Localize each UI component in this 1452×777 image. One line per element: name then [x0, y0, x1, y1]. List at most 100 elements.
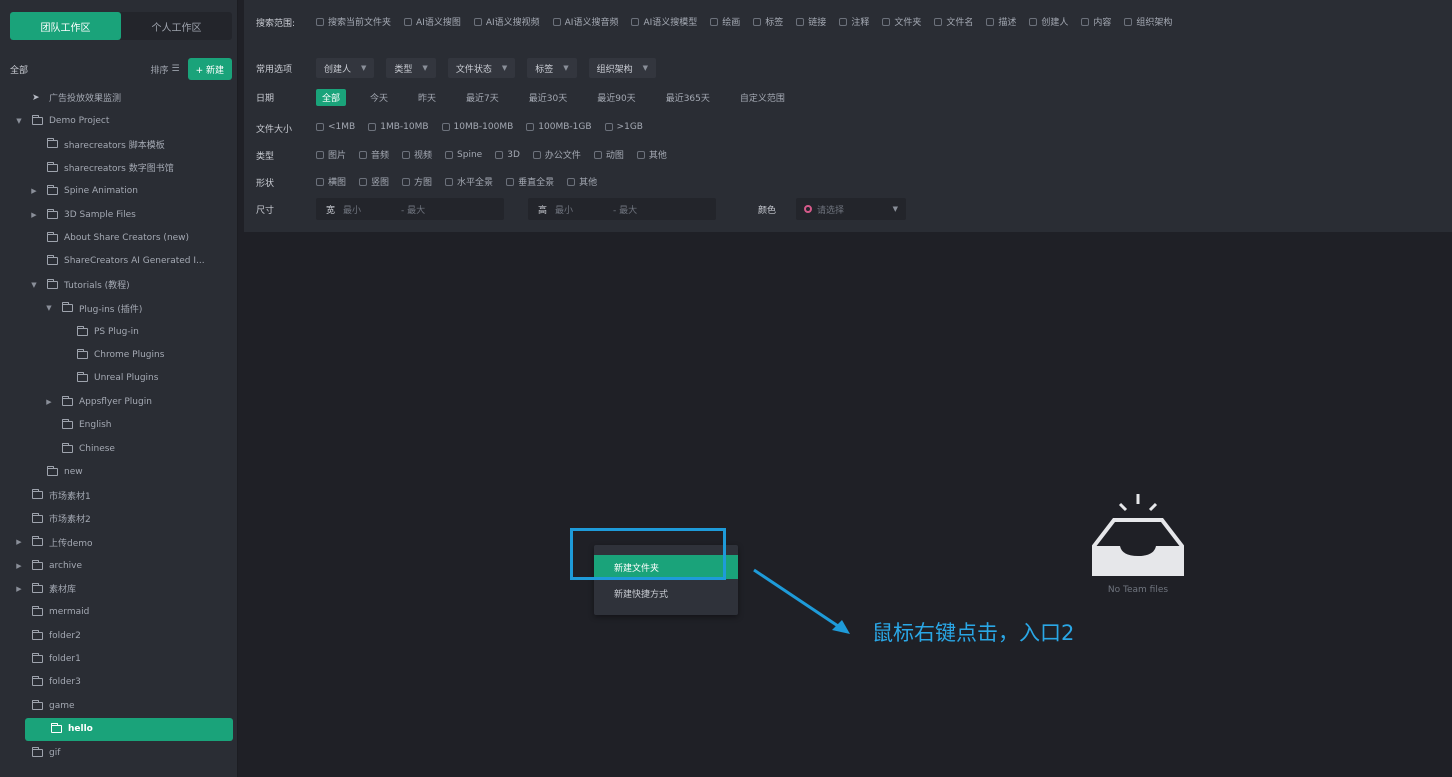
tree-item[interactable]: folder2 [0, 624, 238, 647]
tree-item[interactable]: 市场素材1 [0, 484, 238, 507]
tree-item[interactable]: ▶ archive [0, 554, 238, 577]
search-range-option-label: 描述 [998, 18, 1017, 29]
caret-right-icon[interactable]: ▶ [44, 398, 54, 406]
checkbox-icon [316, 17, 324, 26]
search-range-checkbox[interactable]: AI语义搜音频 [552, 15, 618, 28]
filter-dropdown[interactable]: 创建人 ▼ [316, 58, 375, 78]
shape-checkbox[interactable]: 其他 [567, 175, 597, 188]
tree-item[interactable]: gif [0, 741, 238, 764]
file-size-checkbox[interactable]: 10MB-100MB [441, 122, 513, 132]
search-range-checkbox[interactable]: AI语义搜视频 [473, 15, 540, 28]
tree-item[interactable]: ▶ 上传demo [0, 530, 238, 553]
tree-item[interactable]: About Share Creators (new) [0, 226, 238, 249]
tree-item[interactable]: ShareCreators AI Generated I... [0, 250, 238, 273]
tree-item[interactable]: 市场素材2 [0, 507, 238, 530]
filter-dropdown[interactable]: 文件状态 ▼ [447, 58, 516, 78]
tree-item[interactable]: ▶ 素材库 [0, 577, 238, 600]
date-option[interactable]: 今天 [364, 89, 394, 106]
file-size-checkbox[interactable]: 100MB-1GB [526, 122, 592, 132]
caret-down-icon[interactable]: ▼ [14, 117, 24, 125]
search-range-checkbox[interactable]: 注释 [839, 15, 869, 28]
tree-item[interactable]: PS Plug-in [0, 320, 238, 343]
category-checkbox[interactable]: Spine [445, 150, 482, 160]
category-checkbox[interactable]: 视频 [402, 148, 432, 161]
tree-item[interactable]: sharecreators 数字图书馆 [0, 156, 238, 179]
tab-personal-workspace[interactable]: 个人工作区 [121, 12, 232, 40]
category-checkbox[interactable]: 办公文件 [532, 148, 581, 161]
caret-right-icon[interactable]: ▶ [29, 211, 39, 219]
tree-item[interactable]: English [0, 413, 238, 436]
tree-item[interactable]: folder1 [0, 647, 238, 670]
new-button[interactable]: + 新建 [187, 58, 232, 80]
search-range-checkbox[interactable]: 文件名 [934, 15, 973, 28]
shape-checkbox[interactable]: 横图 [316, 175, 346, 188]
search-range-checkbox[interactable]: 搜索当前文件夹 [316, 15, 391, 28]
category-checkbox[interactable]: 其他 [636, 148, 667, 161]
tree-item[interactable]: ▶ 3D Sample Files [0, 203, 238, 226]
tree-item[interactable]: hello [25, 717, 233, 741]
date-option[interactable]: 昨天 [412, 89, 442, 106]
caret-down-icon[interactable]: ▼ [29, 281, 39, 289]
search-range-checkbox[interactable]: AI语义搜模型 [631, 15, 697, 28]
category-checkbox[interactable]: 动图 [593, 148, 624, 161]
caret-down-icon[interactable]: ▼ [44, 304, 54, 312]
tree-item[interactable]: ➤ 广告投放效果监测 [0, 86, 238, 109]
sort-button[interactable]: 排序 ☰ [151, 63, 180, 76]
all-label[interactable]: 全部 [10, 63, 28, 76]
shape-checkbox[interactable]: 垂直全景 [506, 175, 554, 188]
filter-dropdown[interactable]: 类型 ▼ [386, 58, 436, 78]
search-range-checkbox[interactable]: 内容 [1081, 15, 1111, 28]
tab-team-workspace[interactable]: 团队工作区 [10, 12, 121, 40]
category-option-label: Spine [457, 149, 483, 160]
search-range-checkbox[interactable]: AI语义搜图 [404, 15, 461, 28]
height-range-input[interactable]: 高 最小 - 最大 [528, 198, 716, 220]
tree-item[interactable]: ▼ Demo Project [0, 109, 238, 132]
category-checkbox[interactable]: 3D [495, 150, 520, 160]
color-select[interactable]: 请选择 ▼ [796, 198, 907, 220]
shape-checkbox[interactable]: 水平全景 [445, 175, 493, 188]
shape-checkbox[interactable]: 方图 [402, 175, 432, 188]
file-size-checkbox[interactable]: >1GB [604, 122, 643, 132]
search-range-checkbox[interactable]: 文件夹 [882, 15, 921, 28]
date-option[interactable]: 最近365天 [660, 89, 716, 106]
width-range-input[interactable]: 宽 最小 - 最大 [316, 198, 504, 220]
search-range-checkbox[interactable]: 组织架构 [1124, 15, 1172, 28]
tree-item-label: 素材库 [49, 585, 77, 596]
search-range-checkbox[interactable]: 绘画 [710, 15, 740, 28]
date-option[interactable]: 最近7天 [460, 89, 505, 106]
search-range-checkbox[interactable]: 创建人 [1029, 15, 1068, 28]
tree-item[interactable]: game [0, 694, 238, 717]
tree-item[interactable]: ▶ Spine Animation [0, 180, 238, 203]
tree-item[interactable]: ▼ Plug-ins (插件) [0, 297, 238, 320]
date-option[interactable]: 最近90天 [591, 89, 641, 106]
tree-item[interactable]: Unreal Plugins [0, 367, 238, 390]
date-option[interactable]: 自定义范围 [734, 89, 791, 106]
category-checkbox[interactable]: 图片 [316, 148, 346, 161]
date-option[interactable]: 最近30天 [523, 89, 573, 106]
tree-item[interactable]: ▶ Appsflyer Plugin [0, 390, 238, 413]
tree-item[interactable]: folder3 [0, 671, 238, 694]
folder-icon [32, 746, 43, 757]
filter-dropdown[interactable]: 标签 ▼ [527, 58, 577, 78]
search-range-checkbox[interactable]: 标签 [753, 15, 783, 28]
file-size-checkbox[interactable]: <1MB [316, 122, 355, 132]
file-size-checkbox[interactable]: 1MB-10MB [368, 122, 429, 132]
new-shortcut-menu-item[interactable]: 新建快捷方式 [594, 581, 738, 605]
caret-right-icon[interactable]: ▶ [14, 585, 24, 593]
search-range-checkbox[interactable]: 描述 [986, 15, 1016, 28]
tree-item[interactable]: ▼ Tutorials (教程) [0, 273, 238, 296]
search-range-checkbox[interactable]: 链接 [796, 15, 826, 28]
category-checkbox[interactable]: 音频 [359, 148, 389, 161]
caret-right-icon[interactable]: ▶ [14, 562, 24, 570]
file-area[interactable] [244, 236, 1452, 777]
caret-right-icon[interactable]: ▶ [29, 187, 39, 195]
tree-item[interactable]: sharecreators 脚本模板 [0, 133, 238, 156]
caret-right-icon[interactable]: ▶ [14, 538, 24, 546]
shape-checkbox[interactable]: 竖图 [359, 175, 389, 188]
tree-item[interactable]: Chinese [0, 437, 238, 460]
filter-dropdown[interactable]: 组织架构 ▼ [588, 58, 657, 78]
tree-item[interactable]: mermaid [0, 601, 238, 624]
tree-item[interactable]: Chrome Plugins [0, 343, 238, 366]
date-option[interactable]: 全部 [316, 88, 347, 106]
tree-item[interactable]: new [0, 460, 238, 483]
